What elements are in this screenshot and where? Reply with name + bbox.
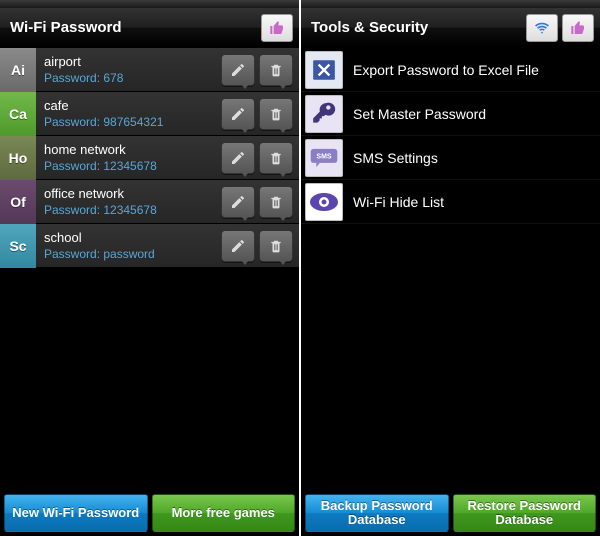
wifi-password: Password: 12345678	[44, 158, 221, 174]
header: Tools & Security	[301, 8, 600, 48]
excel-icon	[305, 51, 343, 89]
tool-label: Export Password to Excel File	[353, 62, 539, 78]
pencil-icon	[230, 62, 246, 78]
new-wifi-password-button[interactable]: New Wi-Fi Password	[4, 494, 148, 532]
edit-button[interactable]	[221, 230, 255, 262]
backup-database-button[interactable]: Backup Password Database	[305, 494, 449, 532]
export-excel-item[interactable]: Export Password to Excel File	[301, 48, 600, 92]
edit-button[interactable]	[221, 54, 255, 86]
trash-icon	[269, 238, 283, 254]
wifi-badge: Ho	[0, 136, 36, 180]
wifi-password: Password: password	[44, 246, 221, 262]
more-free-games-button[interactable]: More free games	[152, 494, 296, 532]
wifi-password: Password: 987654321	[44, 114, 221, 130]
trash-icon	[269, 106, 283, 122]
wifi-badge: Ca	[0, 92, 36, 136]
pencil-icon	[230, 238, 246, 254]
sms-settings-item[interactable]: SMS SMS Settings	[301, 136, 600, 180]
edit-button[interactable]	[221, 186, 255, 218]
edit-button[interactable]	[221, 142, 255, 174]
wifi-name: airport	[44, 54, 221, 70]
wifi-row[interactable]: Ca cafe Password: 987654321	[0, 92, 299, 136]
header: Wi-Fi Password	[0, 8, 299, 48]
trash-icon	[269, 194, 283, 210]
key-icon	[305, 95, 343, 133]
pencil-icon	[230, 150, 246, 166]
phone-left: Wi-Fi Password Ai airport Password: 678	[0, 0, 299, 536]
sms-icon: SMS	[305, 139, 343, 177]
wifi-password: Password: 678	[44, 70, 221, 86]
statusbar	[0, 0, 299, 8]
delete-button[interactable]	[259, 230, 293, 262]
wifi-row[interactable]: Sc school Password: password	[0, 224, 299, 268]
wifi-badge: Ai	[0, 48, 36, 92]
tool-label: Set Master Password	[353, 106, 486, 122]
tool-label: Wi-Fi Hide List	[353, 194, 444, 210]
phone-right: Tools & Security Export Password to Exce…	[301, 0, 600, 536]
page-title: Tools & Security	[311, 19, 428, 36]
wifi-button[interactable]	[526, 14, 558, 42]
wifi-name: cafe	[44, 98, 221, 114]
statusbar	[301, 0, 600, 8]
wifi-row[interactable]: Ho home network Password: 12345678	[0, 136, 299, 180]
wifi-name: school	[44, 230, 221, 246]
delete-button[interactable]	[259, 142, 293, 174]
like-button[interactable]	[562, 14, 594, 42]
wifi-password: Password: 12345678	[44, 202, 221, 218]
thumbs-up-icon	[569, 20, 587, 36]
pencil-icon	[230, 194, 246, 210]
footer: New Wi-Fi Password More free games	[0, 490, 299, 536]
footer: Backup Password Database Restore Passwor…	[301, 490, 600, 536]
wifi-row[interactable]: Of office network Password: 12345678	[0, 180, 299, 224]
delete-button[interactable]	[259, 98, 293, 130]
trash-icon	[269, 62, 283, 78]
restore-database-button[interactable]: Restore Password Database	[453, 494, 597, 532]
like-button[interactable]	[261, 14, 293, 42]
tool-list: Export Password to Excel File Set Master…	[301, 48, 600, 490]
wifi-name: home network	[44, 142, 221, 158]
wifi-icon	[532, 21, 552, 35]
eye-icon	[305, 183, 343, 221]
trash-icon	[269, 150, 283, 166]
thumbs-up-icon	[268, 20, 286, 36]
wifi-row[interactable]: Ai airport Password: 678	[0, 48, 299, 92]
wifi-hide-list-item[interactable]: Wi-Fi Hide List	[301, 180, 600, 224]
wifi-name: office network	[44, 186, 221, 202]
pencil-icon	[230, 106, 246, 122]
delete-button[interactable]	[259, 54, 293, 86]
wifi-badge: Of	[0, 180, 36, 224]
wifi-badge: Sc	[0, 224, 36, 268]
tool-label: SMS Settings	[353, 150, 438, 166]
page-title: Wi-Fi Password	[10, 19, 122, 36]
wifi-list: Ai airport Password: 678 Ca cafe	[0, 48, 299, 490]
master-password-item[interactable]: Set Master Password	[301, 92, 600, 136]
delete-button[interactable]	[259, 186, 293, 218]
edit-button[interactable]	[221, 98, 255, 130]
svg-text:SMS: SMS	[316, 153, 332, 160]
